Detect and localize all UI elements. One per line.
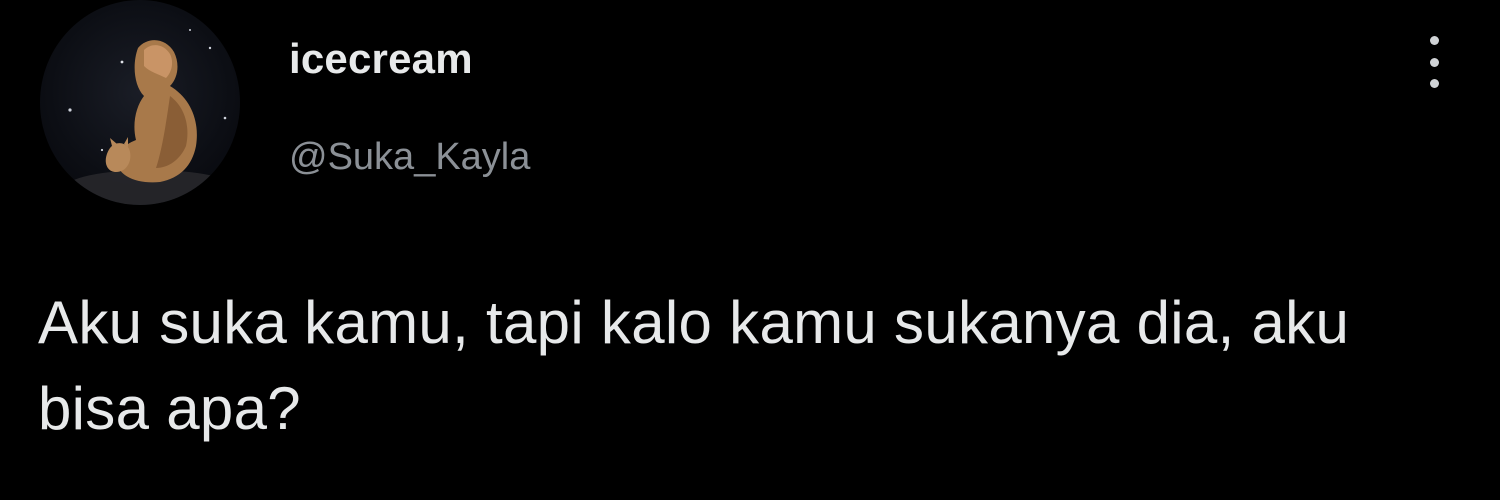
display-name[interactable]: icecream xyxy=(289,38,473,80)
avatar[interactable] xyxy=(40,0,240,205)
tweet-text: Aku suka kamu, tapi kalo kamu sukanya di… xyxy=(38,289,1350,442)
profile-avatar-illustration xyxy=(65,29,235,205)
more-vertical-icon xyxy=(1429,36,1439,45)
user-handle[interactable]: @Suka_Kayla xyxy=(289,138,530,176)
more-options-button[interactable] xyxy=(1416,36,1452,88)
tweet-card: icecream @Suka_Kayla Aku suka kamu, tapi… xyxy=(0,0,1500,500)
